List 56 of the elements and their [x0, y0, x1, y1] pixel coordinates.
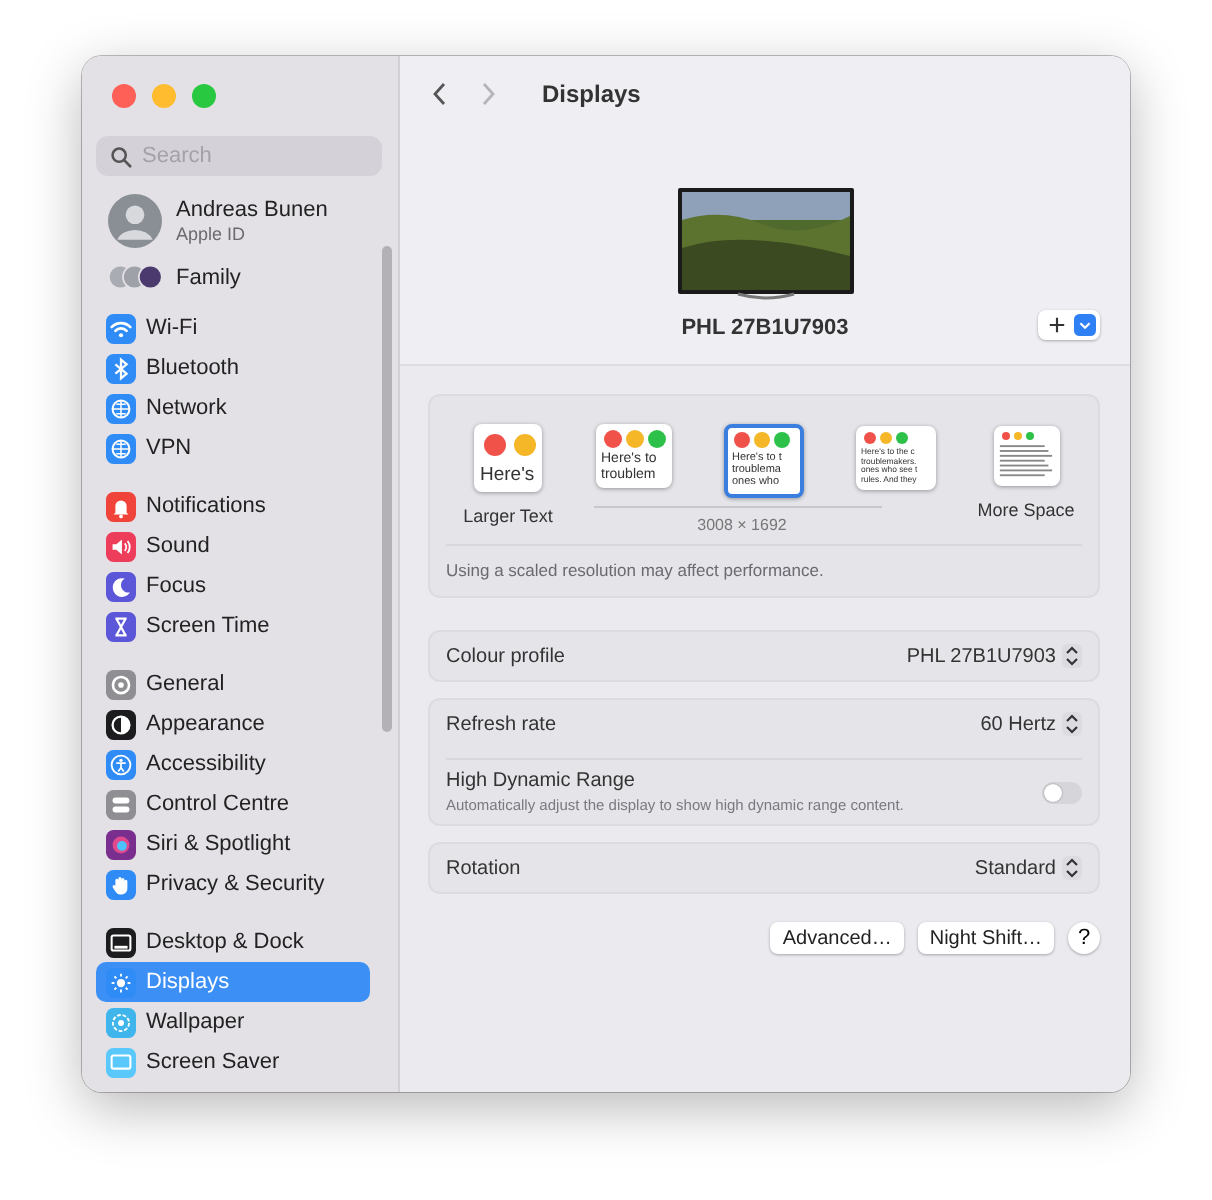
sidebar-item[interactable]: Focus [96, 566, 370, 606]
account-name[interactable]: Andreas Bunen [176, 198, 328, 222]
up-down-icon [1062, 856, 1082, 880]
toggle-switch[interactable] [1042, 781, 1082, 803]
sidebar-item[interactable]: Control Centre [96, 784, 370, 824]
up-down-icon [1062, 712, 1082, 736]
chevron-down-icon [1074, 314, 1096, 336]
search-icon [110, 145, 132, 167]
add-display-button[interactable] [1038, 310, 1100, 340]
setting-label: Colour profile [446, 645, 565, 667]
resolution-reading: 3008 × 1692 [697, 516, 787, 534]
sidebar-item[interactable]: General [96, 664, 370, 704]
close-button[interactable] [112, 84, 136, 108]
performance-note: Using a scaled resolution may affect performance. [446, 560, 826, 580]
minimize-button[interactable] [152, 84, 176, 108]
preview-text: Here's [478, 462, 537, 487]
sidebar-item[interactable]: Screen Saver [96, 1042, 370, 1082]
display-name: PHL 27B1U7903 [681, 316, 849, 340]
family-link[interactable]: Family [176, 265, 241, 289]
help-button[interactable]: ? [1068, 922, 1100, 954]
account-subtitle: Apple ID [176, 224, 248, 244]
page-title: Displays [542, 80, 641, 108]
sidebar-item[interactable]: Wallpaper [96, 1002, 370, 1042]
sidebar-item[interactable]: Desktop & Dock [96, 922, 370, 962]
scrollbar-thumb[interactable] [382, 246, 392, 732]
sidebar-item[interactable]: Privacy & Security [96, 864, 370, 904]
preview-lines-drawing [997, 442, 1053, 482]
sidebar-item[interactable]: Appearance [96, 704, 370, 744]
forward-icon[interactable] [478, 80, 498, 108]
setting-label: High Dynamic Range [446, 770, 637, 792]
back-icon[interactable] [430, 80, 450, 108]
popup-button[interactable]: 60 Hertz [980, 712, 1082, 736]
sidebar-item[interactable]: Screen Time [96, 606, 370, 646]
resolution-option[interactable]: Here's [474, 424, 542, 492]
popup-button[interactable]: PHL 27B1U7903 [906, 644, 1082, 668]
sidebar-item[interactable]: Network [96, 388, 370, 428]
avatar-icon[interactable] [108, 194, 162, 248]
sidebar-item[interactable]: Siri & Spotlight [96, 824, 370, 864]
sidebar-item[interactable]: Accessibility [96, 744, 370, 784]
resolution-option[interactable] [993, 426, 1059, 486]
sidebar-item[interactable]: VPN [96, 428, 370, 468]
zoom-button[interactable] [192, 84, 216, 108]
dialog-button[interactable]: Night Shift… [917, 922, 1054, 954]
setting-label: Refresh rate [446, 713, 557, 735]
sidebar-item[interactable]: Sound [96, 526, 370, 566]
sidebar-item[interactable]: Bluetooth [96, 348, 370, 388]
sidebar-item[interactable]: Wi-Fi [96, 308, 370, 348]
setting-label: Rotation [446, 857, 521, 879]
dialog-button[interactable]: Advanced… [770, 922, 904, 954]
monitor-drawing[interactable] [677, 188, 853, 304]
option-caption: Larger Text [463, 506, 553, 526]
popup-button[interactable]: Standard [974, 856, 1082, 880]
up-down-icon [1062, 644, 1082, 668]
sidebar-item[interactable]: Notifications [96, 486, 370, 526]
plus-icon [1048, 316, 1066, 334]
option-caption: More Space [977, 500, 1075, 520]
